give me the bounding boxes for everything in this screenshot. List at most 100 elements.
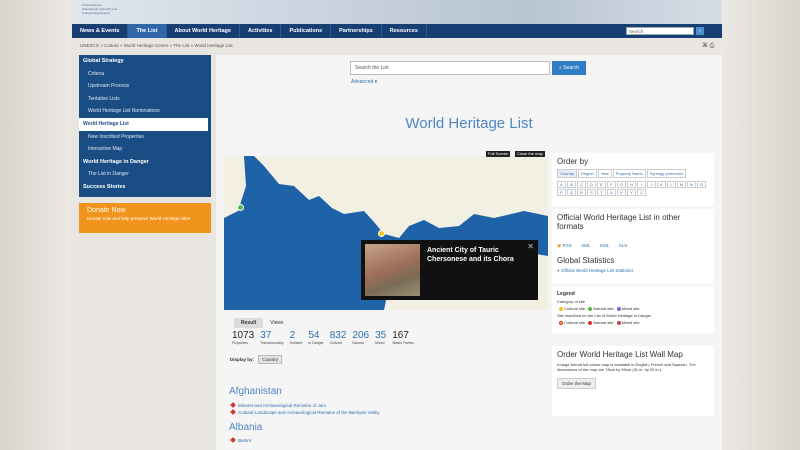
letter-filter[interactable]: R — [577, 189, 586, 196]
cultural-site-pin[interactable] — [378, 230, 385, 237]
sidebar-item-global-strategy[interactable]: Global Strategy — [79, 55, 211, 68]
share-icon[interactable]: ⌘ — [702, 43, 708, 49]
letter-filter[interactable]: A — [557, 181, 566, 188]
letter-filter[interactable]: J — [647, 181, 656, 188]
country-heading[interactable]: Afghanistan — [229, 386, 282, 397]
nav-about[interactable]: About World Heritage — [167, 24, 240, 38]
xml-link[interactable]: XML — [581, 243, 590, 248]
land-north — [254, 156, 548, 238]
stats-link[interactable]: ● Official World Heritage List Statistic… — [557, 268, 709, 273]
close-icon[interactable]: ✕ — [527, 242, 534, 251]
nav-news-events[interactable]: News & Events — [72, 24, 129, 38]
stat-transboundary[interactable]: 37 Transboundary — [260, 330, 283, 345]
advanced-search-link[interactable]: Advanced ▾ — [351, 79, 377, 85]
sidebar-item-interactive-map[interactable]: Interactive Map — [79, 143, 211, 156]
stat-delisted[interactable]: 2 Delisted — [290, 330, 303, 345]
sidebar-item-tentative[interactable]: Tentative Lists — [79, 93, 211, 106]
letter-filter[interactable]: T — [597, 189, 606, 196]
display-by-select[interactable]: Country — [258, 355, 283, 364]
letter-filter[interactable]: S — [587, 189, 596, 196]
sidebar-item-in-danger[interactable]: World Heritage in Danger — [79, 156, 211, 169]
format-label: RSS — [562, 243, 572, 248]
cultural-dot-icon — [559, 306, 563, 311]
map-popup: Ancient City of Tauric Chersonese and it… — [361, 240, 538, 300]
site-link[interactable]: Minaret and Archaeological Remains of Ja… — [231, 403, 326, 408]
stat-properties[interactable]: 1073 Properties — [232, 330, 254, 345]
letter-filter[interactable]: H — [627, 181, 636, 188]
legend-item: Cultural site — [564, 306, 586, 311]
fullscreen-button[interactable]: Full Screen — [486, 151, 511, 157]
stat-states-parties[interactable]: 167 States Parties — [392, 330, 414, 345]
order-by-synergy[interactable]: Synergy protection — [646, 169, 687, 178]
sidebar-item-nominations[interactable]: World Heritage List Nominations — [79, 105, 211, 118]
letter-filter[interactable]: Q — [567, 189, 576, 196]
letter-filter[interactable]: V — [617, 189, 626, 196]
letter-filter[interactable]: B — [567, 181, 576, 188]
order-map-button[interactable]: Order the Map — [557, 378, 597, 389]
nav-activities[interactable]: Activities — [240, 24, 282, 38]
stat-value: 2 — [289, 330, 296, 341]
letter-filter[interactable]: D — [587, 181, 596, 188]
legend-panel: Legend Category of site Cultural site Na… — [552, 287, 714, 333]
letter-filter[interactable]: O — [697, 181, 706, 188]
letter-filter[interactable]: U — [607, 189, 616, 196]
search-icon[interactable]: › — [696, 27, 704, 35]
stat-in-danger[interactable]: 54 In Danger — [308, 330, 323, 345]
sidebar-item-new-inscribed[interactable]: New Inscribed Properties — [79, 131, 211, 144]
natural-site-pin[interactable] — [237, 204, 244, 211]
letter-filter[interactable]: C — [577, 181, 586, 188]
popup-site-title[interactable]: Ancient City of Tauric Chersonese and it… — [427, 246, 527, 264]
official-list-title: Official World Heritage List in other fo… — [557, 213, 681, 231]
sidebar-item-upstream[interactable]: Upstream Process — [79, 80, 211, 93]
site-link[interactable]: Cultural Landscape and Archaeological Re… — [231, 410, 380, 415]
legend-category-row: Cultural site Natural site Mixed site — [557, 306, 709, 311]
stat-label: States Parties — [392, 341, 414, 345]
nav-the-list[interactable]: The List — [128, 24, 167, 38]
print-icon[interactable]: ⎙ — [710, 43, 715, 49]
nav-search-input[interactable]: Search — [626, 27, 694, 35]
rss-link[interactable]: ▣ RSS — [557, 243, 572, 249]
letter-filter[interactable]: E — [597, 181, 606, 188]
letter-filter[interactable]: Y — [627, 189, 636, 196]
unesco-logo[interactable]: United Nations Educational, Scientific a… — [82, 3, 117, 15]
sidebar-item-criteria[interactable]: Criteria — [79, 68, 211, 81]
letter-filter[interactable]: F — [607, 181, 616, 188]
letter-filter[interactable]: G — [617, 181, 626, 188]
order-by-country[interactable]: Country — [557, 169, 578, 178]
letter-filter[interactable]: N — [687, 181, 696, 188]
site-thumbnail[interactable] — [365, 244, 420, 296]
list-search-input[interactable]: Search the List — [350, 61, 550, 75]
tab-views[interactable]: Views — [263, 318, 290, 328]
nav-publications[interactable]: Publications — [281, 24, 332, 38]
order-by-year[interactable]: Year — [597, 169, 612, 178]
stat-mixed[interactable]: 35 Mixed — [375, 330, 386, 345]
background-right — [720, 0, 800, 450]
sidebar-item-success-stories[interactable]: Success Stories — [79, 181, 211, 194]
mixed-dot-icon — [616, 306, 621, 311]
kml-link[interactable]: KML — [600, 243, 609, 248]
stat-cultural[interactable]: 832 Cultural — [330, 330, 347, 345]
nav-resources[interactable]: Resources — [382, 24, 427, 38]
order-by-region[interactable]: Region — [578, 169, 597, 178]
letter-filter[interactable]: I — [637, 181, 646, 188]
site-link[interactable]: Butrint — [231, 438, 251, 443]
country-heading[interactable]: Albania — [229, 422, 262, 433]
legend-danger-row: Cultural site Natural site Mixed site — [557, 320, 709, 325]
letter-filter[interactable]: M — [677, 181, 686, 188]
letter-filter[interactable]: Z — [637, 189, 646, 196]
letter-filter[interactable]: P — [557, 189, 566, 196]
formats-panel: Official World Heritage List in other fo… — [552, 209, 714, 284]
xls-link[interactable]: XLS — [619, 243, 628, 248]
order-by-property-name[interactable]: Property Name — [612, 169, 646, 178]
breadcrumb[interactable]: UNESCO » Culture » World Heritage Centre… — [80, 43, 233, 48]
list-search-button[interactable]: ⌕ Search — [552, 61, 586, 75]
sidebar-item-list-in-danger[interactable]: The List in Danger — [79, 168, 211, 181]
tab-result[interactable]: Result — [234, 318, 264, 328]
sidebar-item-world-heritage-list[interactable]: World Heritage List — [79, 117, 208, 131]
nav-partnerships[interactable]: Partnerships — [331, 24, 382, 38]
letter-filter[interactable]: L — [667, 181, 676, 188]
stat-natural[interactable]: 206 Natural — [352, 330, 369, 345]
donate-box[interactable]: Donate Now Donate now and help preserve … — [79, 203, 211, 233]
close-map-button[interactable]: Close the map — [515, 151, 545, 157]
letter-filter[interactable]: K — [657, 181, 666, 188]
